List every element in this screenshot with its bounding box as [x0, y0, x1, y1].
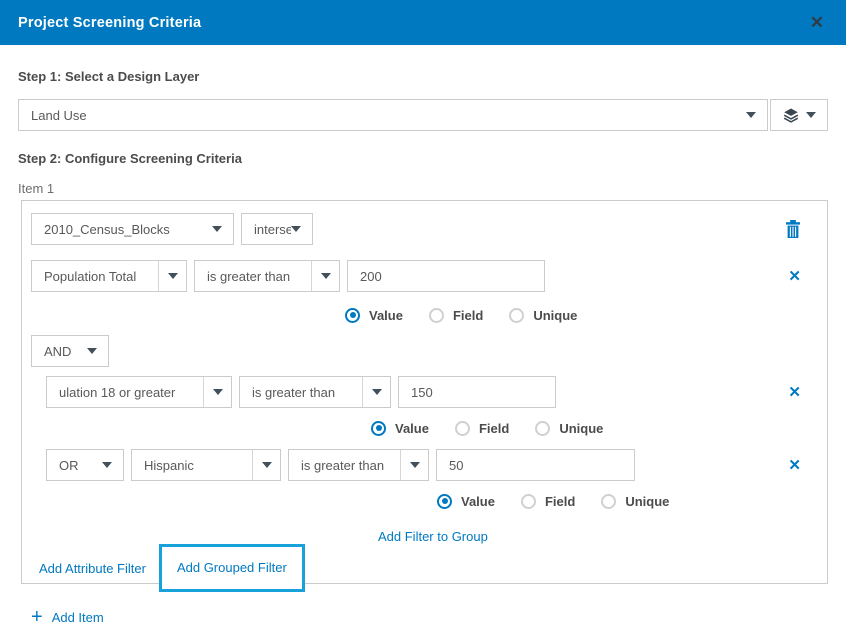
filter-links-row: Add Attribute Filter Add Grouped Filter: [39, 544, 827, 592]
radio-value-label: Value: [369, 308, 403, 323]
design-layer-select[interactable]: Land Use: [18, 99, 768, 131]
step2-heading: Step 2: Configure Screening Criteria: [18, 151, 828, 166]
layers-icon: [783, 108, 799, 123]
radio-field[interactable]: [455, 421, 470, 436]
trash-icon: [785, 220, 801, 238]
group-logic-select[interactable]: AND: [31, 335, 109, 367]
spatial-operator-select[interactable]: intersects: [241, 213, 313, 245]
group-filter2-operator-value: is greater than: [289, 458, 394, 473]
expression-layer-value: 2010_Census_Blocks: [32, 222, 180, 237]
dialog-title: Project Screening Criteria: [18, 15, 804, 31]
step1-heading: Step 1: Select a Design Layer: [18, 69, 828, 84]
add-item-row: + Add Item: [31, 609, 828, 625]
filter1-operator-value: is greater than: [195, 269, 300, 284]
radio-unique-label: Unique: [625, 494, 669, 509]
remove-filter1-button[interactable]: ✕: [788, 269, 801, 284]
item-panel: 2010_Census_Blocks intersects: [21, 200, 828, 584]
project-screening-criteria-dialog: Project Screening Criteria ✕ Step 1: Sel…: [0, 0, 846, 632]
group-filter1-field-select[interactable]: ulation 18 or greater: [46, 376, 232, 408]
remove-group-filter2-button[interactable]: ✕: [788, 458, 801, 473]
radio-field-label: Field: [453, 308, 483, 323]
add-attribute-filter-link[interactable]: Add Attribute Filter: [39, 561, 146, 576]
filter1-value-input[interactable]: 200: [347, 260, 545, 292]
delete-item-button[interactable]: [785, 220, 801, 238]
chevron-down-icon: [87, 348, 97, 354]
select-caret-cell: [311, 261, 339, 291]
group-filter1-field-value: ulation 18 or greater: [47, 385, 185, 400]
radio-value-label: Value: [395, 421, 429, 436]
chevron-down-icon: [746, 112, 756, 118]
chevron-down-icon: [168, 273, 178, 279]
chevron-down-icon: [213, 389, 223, 395]
group-filter1-operator-value: is greater than: [240, 385, 345, 400]
group-filter1-value-input[interactable]: 150: [398, 376, 556, 408]
add-filter-to-group-link[interactable]: Add Filter to Group: [378, 529, 488, 544]
layer-options-button[interactable]: [770, 99, 828, 131]
radio-unique[interactable]: [509, 308, 524, 323]
chevron-down-icon: [372, 389, 382, 395]
design-layer-value: Land Use: [19, 108, 97, 123]
chevron-down-icon: [262, 462, 272, 468]
remove-icon: ✕: [788, 385, 801, 400]
expression-layer-select[interactable]: 2010_Census_Blocks: [31, 213, 234, 245]
group-filter-row: ulation 18 or greater is greater than 15…: [46, 376, 827, 408]
radio-unique-label: Unique: [533, 308, 577, 323]
group-logic-row: AND: [31, 335, 827, 367]
select-caret-cell: [252, 450, 280, 480]
dialog-header: Project Screening Criteria ✕: [0, 0, 846, 45]
radio-field[interactable]: [521, 494, 536, 509]
group-filter2-operator-select[interactable]: is greater than: [288, 449, 429, 481]
radio-value[interactable]: [437, 494, 452, 509]
group-filter2-logic-select[interactable]: OR: [46, 449, 124, 481]
remove-icon: ✕: [788, 458, 801, 473]
remove-icon: ✕: [788, 269, 801, 284]
group-filter1-value-type-radios: Value Field Unique: [371, 420, 827, 436]
radio-value[interactable]: [371, 421, 386, 436]
close-icon[interactable]: ✕: [804, 10, 830, 35]
radio-value[interactable]: [345, 308, 360, 323]
select-caret-cell: [203, 377, 231, 407]
group-filter2-field-select[interactable]: Hispanic: [131, 449, 281, 481]
radio-value-label: Value: [461, 494, 495, 509]
attribute-filter-row: Population Total is greater than 200 ✕: [31, 260, 827, 292]
radio-unique[interactable]: [601, 494, 616, 509]
plus-icon[interactable]: +: [31, 609, 43, 625]
filter1-field-value: Population Total: [32, 269, 146, 284]
group-filter2-logic-value: OR: [47, 458, 89, 473]
chevron-down-icon: [410, 462, 420, 468]
group-filter2-value-input[interactable]: 50: [436, 449, 635, 481]
group-logic-value: AND: [32, 344, 81, 359]
select-caret-cell: [362, 377, 390, 407]
radio-unique[interactable]: [535, 421, 550, 436]
add-item-link[interactable]: Add Item: [52, 610, 104, 625]
filter1-field-select[interactable]: Population Total: [31, 260, 187, 292]
expression-row: 2010_Census_Blocks intersects: [31, 213, 827, 245]
radio-field[interactable]: [429, 308, 444, 323]
radio-field-label: Field: [545, 494, 575, 509]
group-filter1-operator-select[interactable]: is greater than: [239, 376, 391, 408]
add-filter-to-group-row: Add Filter to Group: [378, 529, 827, 544]
add-grouped-filter-focus-box: Add Grouped Filter: [159, 544, 305, 592]
select-caret-cell: [158, 261, 186, 291]
radio-field-label: Field: [479, 421, 509, 436]
chevron-down-icon: [291, 226, 301, 232]
chevron-down-icon: [102, 462, 112, 468]
select-caret-cell: [400, 450, 428, 480]
item-label: Item 1: [18, 181, 828, 196]
radio-unique-label: Unique: [559, 421, 603, 436]
group-filter2-value-type-radios: Value Field Unique: [437, 493, 827, 509]
filter1-operator-select[interactable]: is greater than: [194, 260, 340, 292]
group-filter2-field-value: Hispanic: [132, 458, 204, 473]
spatial-operator-value: intersects: [242, 222, 291, 237]
filter1-value-type-radios: Value Field Unique: [345, 307, 827, 323]
chevron-down-icon: [321, 273, 331, 279]
chevron-down-icon: [806, 112, 816, 118]
remove-group-filter1-button[interactable]: ✕: [788, 385, 801, 400]
chevron-down-icon: [212, 226, 222, 232]
add-grouped-filter-link[interactable]: Add Grouped Filter: [177, 560, 287, 575]
group-filter-row: OR Hispanic is greater than 50 ✕: [46, 449, 827, 481]
